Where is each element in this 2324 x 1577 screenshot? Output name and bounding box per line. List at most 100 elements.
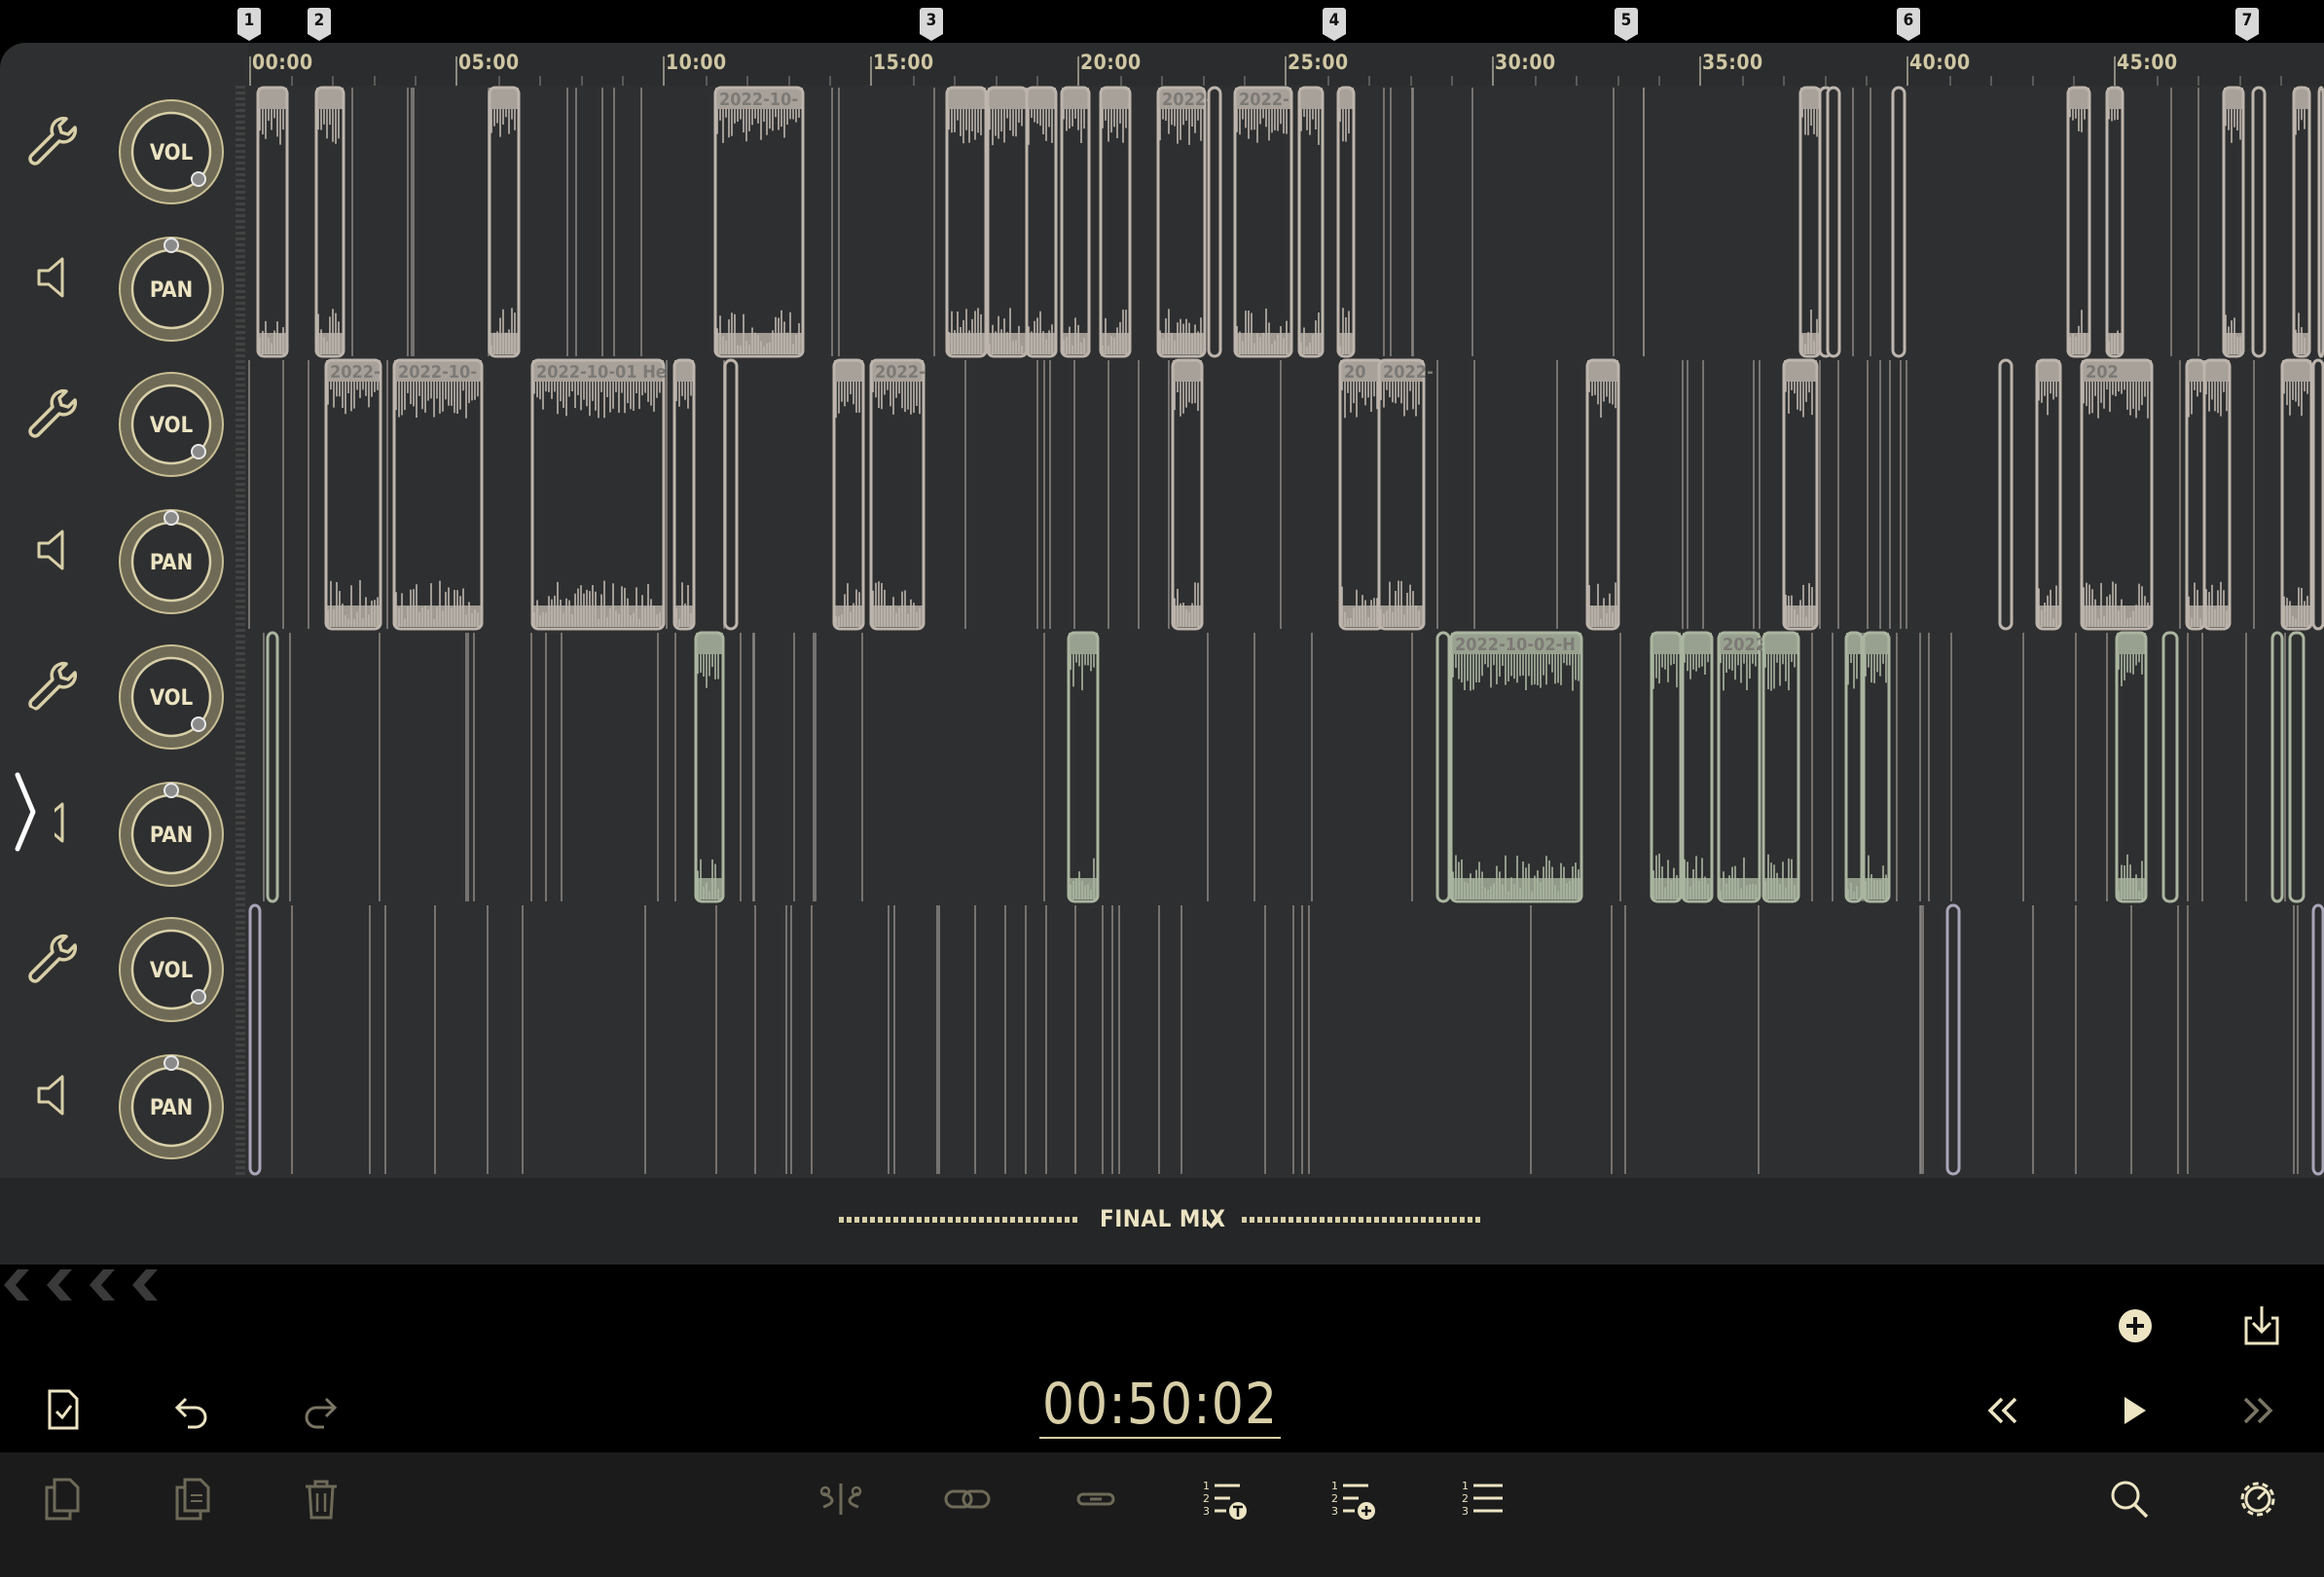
wrench-icon[interactable] xyxy=(21,927,86,991)
delete-button[interactable] xyxy=(294,1472,348,1526)
pan-knob[interactable]: PAN xyxy=(117,235,226,344)
audio-clip[interactable] xyxy=(2311,358,2324,631)
marker-6[interactable]: 6 xyxy=(1897,8,1920,41)
audio-clip[interactable] xyxy=(2280,358,2313,631)
audio-clip[interactable] xyxy=(832,358,865,631)
audio-clip[interactable] xyxy=(256,86,289,358)
mix-selector-bar[interactable]: FINAL MIX xyxy=(0,1178,2324,1265)
split-button[interactable] xyxy=(814,1472,868,1526)
audio-clip[interactable] xyxy=(1171,358,1204,631)
play-button[interactable] xyxy=(2108,1386,2157,1435)
import-button[interactable] xyxy=(2234,1299,2289,1353)
audio-clip[interactable] xyxy=(1945,903,1961,1176)
audio-clip[interactable] xyxy=(694,631,725,903)
audio-clip[interactable] xyxy=(2066,86,2091,358)
marker-2[interactable]: 2 xyxy=(308,8,331,41)
audio-clip[interactable] xyxy=(488,86,521,358)
audio-clip[interactable] xyxy=(945,86,988,358)
marker-5[interactable]: 5 xyxy=(1615,8,1638,41)
audio-clip[interactable] xyxy=(986,86,1029,358)
audio-clip[interactable] xyxy=(1207,86,1222,358)
speaker-icon[interactable] xyxy=(21,1063,86,1127)
audio-clip[interactable] xyxy=(2115,631,2148,903)
timeline-canvas[interactable]: 2022-10- 2022- 2022- 2022- 2022-10- 2022-10-0… xyxy=(248,86,2324,1178)
audio-clip[interactable]: 2022- xyxy=(324,358,382,631)
expand-sidebar-button[interactable] xyxy=(0,705,54,919)
pan-knob[interactable]: PAN xyxy=(117,1052,226,1161)
audio-clip[interactable]: 20 xyxy=(1338,358,1385,631)
time-ruler[interactable]: 00:00 05:00 10:00 15:00 20:00 25:00 30:0… xyxy=(248,43,2324,86)
audio-clip[interactable] xyxy=(1761,631,1800,903)
settings-button[interactable] xyxy=(2231,1472,2285,1526)
volume-knob[interactable]: VOL xyxy=(117,642,226,752)
fast-forward-button[interactable] xyxy=(2234,1386,2283,1435)
project-button[interactable] xyxy=(39,1384,88,1435)
time-display[interactable]: 00:50:02 xyxy=(1039,1373,1281,1439)
audio-clip[interactable] xyxy=(672,358,696,631)
collapse-chevrons-icon[interactable] xyxy=(0,1265,175,1304)
marker-3[interactable]: 3 xyxy=(920,8,943,41)
audio-clip[interactable] xyxy=(2288,631,2306,903)
audio-clip[interactable] xyxy=(266,631,279,903)
audio-clip[interactable] xyxy=(1585,358,1620,631)
audio-clip[interactable] xyxy=(2202,358,2232,631)
audio-clip[interactable] xyxy=(1891,86,1906,358)
pan-knob[interactable]: PAN xyxy=(117,507,226,616)
copy-button[interactable] xyxy=(35,1472,90,1526)
audio-clip[interactable] xyxy=(1844,631,1864,903)
audio-clip[interactable] xyxy=(2270,631,2284,903)
audio-clip[interactable] xyxy=(1099,86,1132,358)
speaker-icon[interactable] xyxy=(21,245,86,310)
audio-clip[interactable]: 2022- xyxy=(1156,86,1213,358)
marker-4[interactable]: 4 xyxy=(1323,8,1346,41)
add-button[interactable] xyxy=(2110,1301,2161,1351)
speaker-icon[interactable] xyxy=(21,518,86,582)
audio-clip[interactable]: 2022 xyxy=(1717,631,1766,903)
audio-clip[interactable] xyxy=(1826,86,1841,358)
audio-clip[interactable] xyxy=(2292,86,2311,358)
audio-clip[interactable]: 2022-10-02-H xyxy=(1449,631,1583,903)
audio-clip[interactable] xyxy=(1782,358,1819,631)
audio-clip[interactable] xyxy=(1862,631,1891,903)
audio-clip[interactable] xyxy=(1336,86,1356,358)
audio-clip[interactable] xyxy=(2161,631,2179,903)
volume-knob[interactable]: VOL xyxy=(117,97,226,206)
marker-7[interactable]: 7 xyxy=(2235,8,2259,41)
audio-clip[interactable] xyxy=(2251,86,2267,358)
audio-clip[interactable] xyxy=(2317,86,2324,358)
audio-clip[interactable]: 2022-10- xyxy=(713,86,805,358)
audio-clip[interactable]: 2022-10- xyxy=(392,358,484,631)
rewind-button[interactable] xyxy=(1978,1386,2026,1435)
link-button[interactable] xyxy=(940,1472,995,1526)
audio-clip[interactable] xyxy=(1067,631,1100,903)
audio-clip[interactable]: 2022-10-01 He xyxy=(530,358,667,631)
audio-clip[interactable] xyxy=(2311,903,2324,1176)
volume-knob[interactable]: VOL xyxy=(117,370,226,479)
audio-clip[interactable] xyxy=(1681,631,1714,903)
paste-button[interactable] xyxy=(165,1472,220,1526)
wrench-icon[interactable] xyxy=(21,109,86,173)
audio-clip[interactable] xyxy=(2105,86,2124,358)
audio-clip[interactable] xyxy=(1650,631,1683,903)
audio-clip[interactable]: 202 xyxy=(2080,358,2154,631)
marker-lane[interactable]: 1 2 3 4 5 6 7 xyxy=(0,0,2324,43)
audio-clip[interactable] xyxy=(248,903,262,1176)
wrench-icon[interactable] xyxy=(21,382,86,446)
undo-button[interactable] xyxy=(167,1386,216,1435)
audio-clip[interactable]: 2022- xyxy=(869,358,926,631)
numbered-list-add-button[interactable]: 1 2 3 xyxy=(1325,1472,1380,1526)
chevron-down-icon[interactable] xyxy=(1201,1213,1222,1232)
redo-button[interactable] xyxy=(296,1386,345,1435)
audio-clip[interactable]: 2022- xyxy=(1377,358,1434,631)
audio-clip[interactable] xyxy=(1998,358,2014,631)
volume-knob[interactable]: VOL xyxy=(117,915,226,1024)
audio-clip[interactable] xyxy=(1798,86,1822,358)
audio-clip[interactable] xyxy=(2185,358,2206,631)
audio-clip[interactable] xyxy=(314,86,345,358)
audio-clip[interactable] xyxy=(1060,86,1091,358)
pan-knob[interactable]: PAN xyxy=(117,780,226,889)
audio-clip[interactable] xyxy=(2222,86,2245,358)
numbered-list-button[interactable]: 1 2 3 xyxy=(1456,1472,1510,1526)
search-button[interactable] xyxy=(2102,1472,2157,1526)
numbered-list-text-button[interactable]: 1 2 3 xyxy=(1197,1472,1252,1526)
